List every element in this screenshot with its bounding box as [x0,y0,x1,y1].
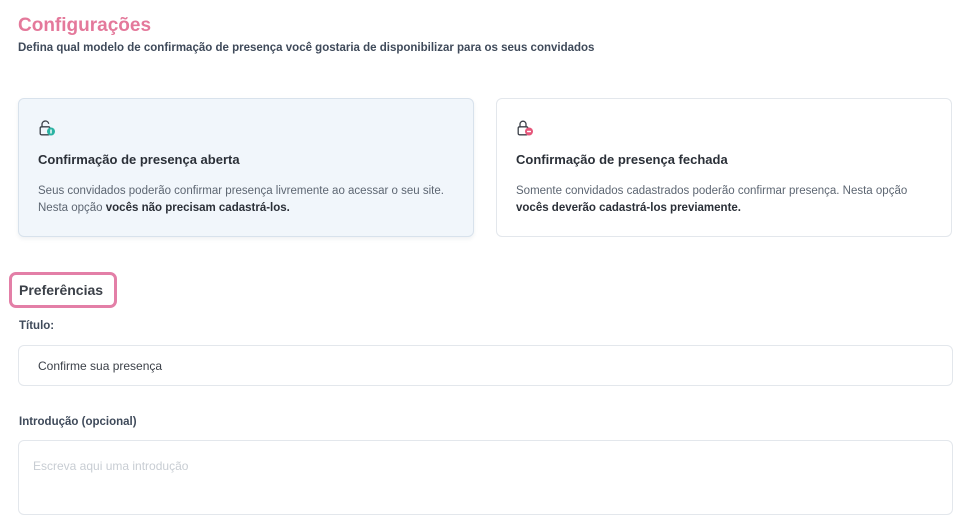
option-description-emphasis: vocês não precisam cadastrá-los. [105,202,290,214]
page-subtitle: Defina qual modelo de confirmação de pre… [18,42,595,54]
option-description-emphasis: vocês deverão cadastrá-los previamente. [516,202,742,214]
lock-closed-badge-icon [516,119,536,137]
option-description: Somente convidados cadastrados poderão c… [516,183,935,217]
option-title: Confirmação de presença fechada [516,152,728,167]
lock-open-badge-icon [38,119,58,137]
option-description: Seus convidados poderão confirmar presen… [38,183,457,217]
title-field-label: Título: [19,320,55,332]
option-card-open-confirmation[interactable]: Confirmação de presença aberta Seus conv… [18,98,474,237]
option-title: Confirmação de presença aberta [38,152,240,167]
intro-field-label: Introdução (opcional) [19,416,137,428]
option-card-closed-confirmation[interactable]: Confirmação de presença fechada Somente … [496,98,952,237]
preferences-heading: Preferências [19,282,104,298]
option-description-text: Somente convidados cadastrados poderão c… [516,185,908,197]
intro-textarea[interactable] [18,440,953,515]
settings-page: Configurações Defina qual modelo de conf… [0,0,959,523]
page-title: Configurações [18,15,152,36]
title-input[interactable] [18,345,953,386]
